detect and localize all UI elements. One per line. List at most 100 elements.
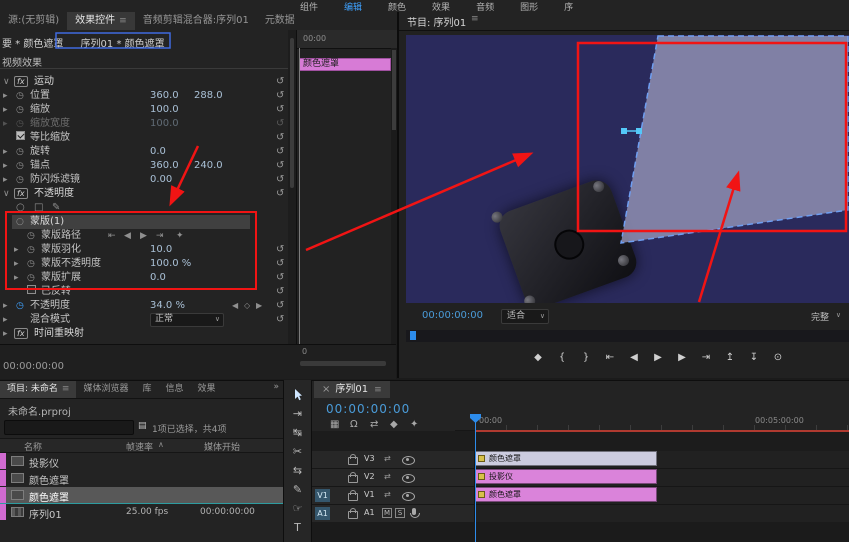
breadcrumb-master[interactable]: 要 * 颜色遮罩 xyxy=(2,39,63,50)
razor-tool[interactable]: ✂ xyxy=(284,443,311,460)
chevron-right-icon[interactable]: ▸ xyxy=(14,271,19,285)
program-video-area[interactable] xyxy=(406,35,849,303)
scale-value[interactable]: 100.0 xyxy=(150,103,179,117)
mask-opacity-value[interactable]: 100.0 % xyxy=(150,257,191,271)
anchor-y-value[interactable]: 240.0 xyxy=(194,159,223,173)
voiceover-mic-icon[interactable] xyxy=(412,508,416,515)
stopwatch-icon[interactable]: ◷ xyxy=(27,229,35,243)
ellipse-mask-icon[interactable]: ○ xyxy=(16,201,25,215)
column-media-start[interactable]: 媒体开始 xyxy=(204,440,240,453)
tab-media-browser[interactable]: 媒体浏览器 xyxy=(76,381,135,398)
reset-icon[interactable]: ↺ xyxy=(276,145,284,159)
track-header-v1[interactable]: V1 V1 ⇄ xyxy=(312,487,475,504)
scrollbar-thumb[interactable] xyxy=(290,38,294,188)
mask-frame-forward-icon[interactable]: ▶ xyxy=(140,229,147,243)
effect-header-motion[interactable]: ∨ fx 运动 ↺ xyxy=(0,75,288,89)
stopwatch-icon[interactable]: ◷ xyxy=(27,271,35,285)
project-item-row[interactable]: 序列01 25.00 fps 00:00:00:00 xyxy=(0,504,283,521)
horizontal-scrollbar[interactable] xyxy=(300,361,386,366)
mini-timeline-clip[interactable]: 颜色遮罩 xyxy=(299,58,391,71)
timeline-timecode[interactable]: 00:00:00:00 xyxy=(326,402,410,416)
chevron-right-icon[interactable]: ▸ xyxy=(3,327,8,341)
add-keyframe-icon[interactable]: ◇ xyxy=(244,299,250,313)
track-mask-forward-icon[interactable]: ⇥ xyxy=(156,229,164,243)
track-name[interactable]: V1 xyxy=(364,490,375,499)
position-x-value[interactable]: 360.0 xyxy=(150,89,179,103)
chevron-right-icon[interactable]: ▸ xyxy=(14,243,19,257)
timeline-ruler[interactable]: 00:00 00:05:00:00 xyxy=(455,414,849,431)
eye-icon[interactable] xyxy=(402,456,415,465)
tab-overflow-icon[interactable]: » xyxy=(273,382,279,392)
tab-effect-controls[interactable]: 效果控件≡ xyxy=(67,12,135,30)
timeline-clip[interactable]: 投影仪 xyxy=(475,469,657,484)
mask-feather-value[interactable]: 10.0 xyxy=(150,243,172,257)
item-name[interactable]: 序列01 xyxy=(29,506,62,521)
chevron-right-icon[interactable]: ▸ xyxy=(3,159,8,173)
next-keyframe-icon[interactable]: ▶ xyxy=(256,299,262,313)
mask-group-row[interactable]: ○ 蒙版(1) xyxy=(0,215,288,229)
reset-icon[interactable]: ↺ xyxy=(276,257,284,271)
track-name[interactable]: A1 xyxy=(364,508,375,517)
mini-timeline-ruler[interactable]: 00:00 xyxy=(297,30,397,49)
column-framerate[interactable]: 帧速率 xyxy=(126,440,153,453)
workspace-item[interactable]: 音频 xyxy=(476,0,494,13)
selection-tool[interactable] xyxy=(284,386,311,403)
tab-source-monitor[interactable]: 源:(无剪辑) xyxy=(0,12,67,30)
stopwatch-icon[interactable]: ◷ xyxy=(16,145,24,159)
sync-lock-icon[interactable]: ⇄ xyxy=(384,454,391,463)
lock-icon[interactable] xyxy=(348,493,358,501)
inverted-checkbox[interactable] xyxy=(27,285,36,294)
mini-timeline-playhead[interactable] xyxy=(299,48,300,344)
chevron-right-icon[interactable]: ▸ xyxy=(3,103,8,117)
opacity-value[interactable]: 34.0 % xyxy=(150,299,185,313)
hand-tool[interactable]: ☞ xyxy=(284,500,311,517)
reset-icon[interactable]: ↺ xyxy=(276,75,284,89)
timeline-clip[interactable]: 颜色遮罩 xyxy=(475,451,657,466)
label-color-chip[interactable] xyxy=(0,487,6,503)
tab-sequence[interactable]: ×序列01≡ xyxy=(314,381,390,398)
nest-icon[interactable]: ▦ xyxy=(330,419,339,430)
reset-icon[interactable]: ↺ xyxy=(276,159,284,173)
linked-selection-icon[interactable]: ⇄ xyxy=(370,419,378,430)
eye-icon[interactable] xyxy=(402,492,415,501)
mark-in-button[interactable]: { xyxy=(553,350,571,366)
reset-icon[interactable]: ↺ xyxy=(276,285,284,299)
stopwatch-icon[interactable]: ◷ xyxy=(16,103,24,117)
reset-icon[interactable]: ↺ xyxy=(276,131,284,145)
chevron-right-icon[interactable]: ▸ xyxy=(3,89,8,103)
track-name[interactable]: V2 xyxy=(364,472,375,481)
mask-control-point[interactable] xyxy=(636,128,642,134)
effect-header-opacity[interactable]: ∨ fx 不透明度 ↺ xyxy=(0,187,288,201)
chevron-down-icon[interactable]: ∨ xyxy=(3,75,10,89)
workspace-item[interactable]: 图形 xyxy=(520,0,538,13)
resolution-dropdown[interactable]: 完整 xyxy=(811,310,829,323)
workspace-item[interactable]: 序 xyxy=(564,0,573,13)
program-timecode[interactable]: 00:00:00:00 xyxy=(422,310,483,321)
solo-button[interactable]: S xyxy=(395,508,405,518)
timeline-clip[interactable]: 颜色遮罩 xyxy=(475,487,657,502)
tab-libraries[interactable]: 库 xyxy=(135,381,158,398)
mask-control-point[interactable] xyxy=(621,128,627,134)
pen-mask-icon[interactable]: ✎ xyxy=(52,201,60,215)
workspace-item[interactable]: 组件 xyxy=(300,0,318,13)
track-select-forward-tool[interactable]: ⇥ xyxy=(284,405,311,422)
track-name[interactable]: V3 xyxy=(364,454,375,463)
chevron-down-icon[interactable]: ∨ xyxy=(3,187,10,201)
chevron-right-icon[interactable]: ▸ xyxy=(3,145,8,159)
tab-program-monitor[interactable]: 节目: 序列01 xyxy=(407,14,466,29)
search-input[interactable] xyxy=(4,420,134,435)
blend-mode-dropdown[interactable]: 正常 ∨ xyxy=(150,313,224,327)
program-playhead-marker[interactable] xyxy=(410,331,416,340)
anchor-x-value[interactable]: 360.0 xyxy=(150,159,179,173)
breadcrumb-clip[interactable]: 序列01 * 颜色遮罩 xyxy=(81,39,165,50)
export-frame-button[interactable]: ⊙ xyxy=(769,350,787,366)
position-y-value[interactable]: 288.0 xyxy=(194,89,223,103)
effect-controls-scrollbar[interactable] xyxy=(288,30,296,344)
label-color-chip[interactable] xyxy=(0,504,6,520)
tab-project[interactable]: 项目: 未命名≡ xyxy=(0,381,76,398)
project-item-row-selected[interactable]: 颜色遮罩 xyxy=(0,487,283,504)
rectangle-mask-icon[interactable]: □ xyxy=(34,201,43,215)
panel-menu-icon[interactable]: ≡ xyxy=(471,14,479,24)
reset-icon[interactable]: ↺ xyxy=(276,313,284,327)
mark-out-button[interactable]: } xyxy=(577,350,595,366)
